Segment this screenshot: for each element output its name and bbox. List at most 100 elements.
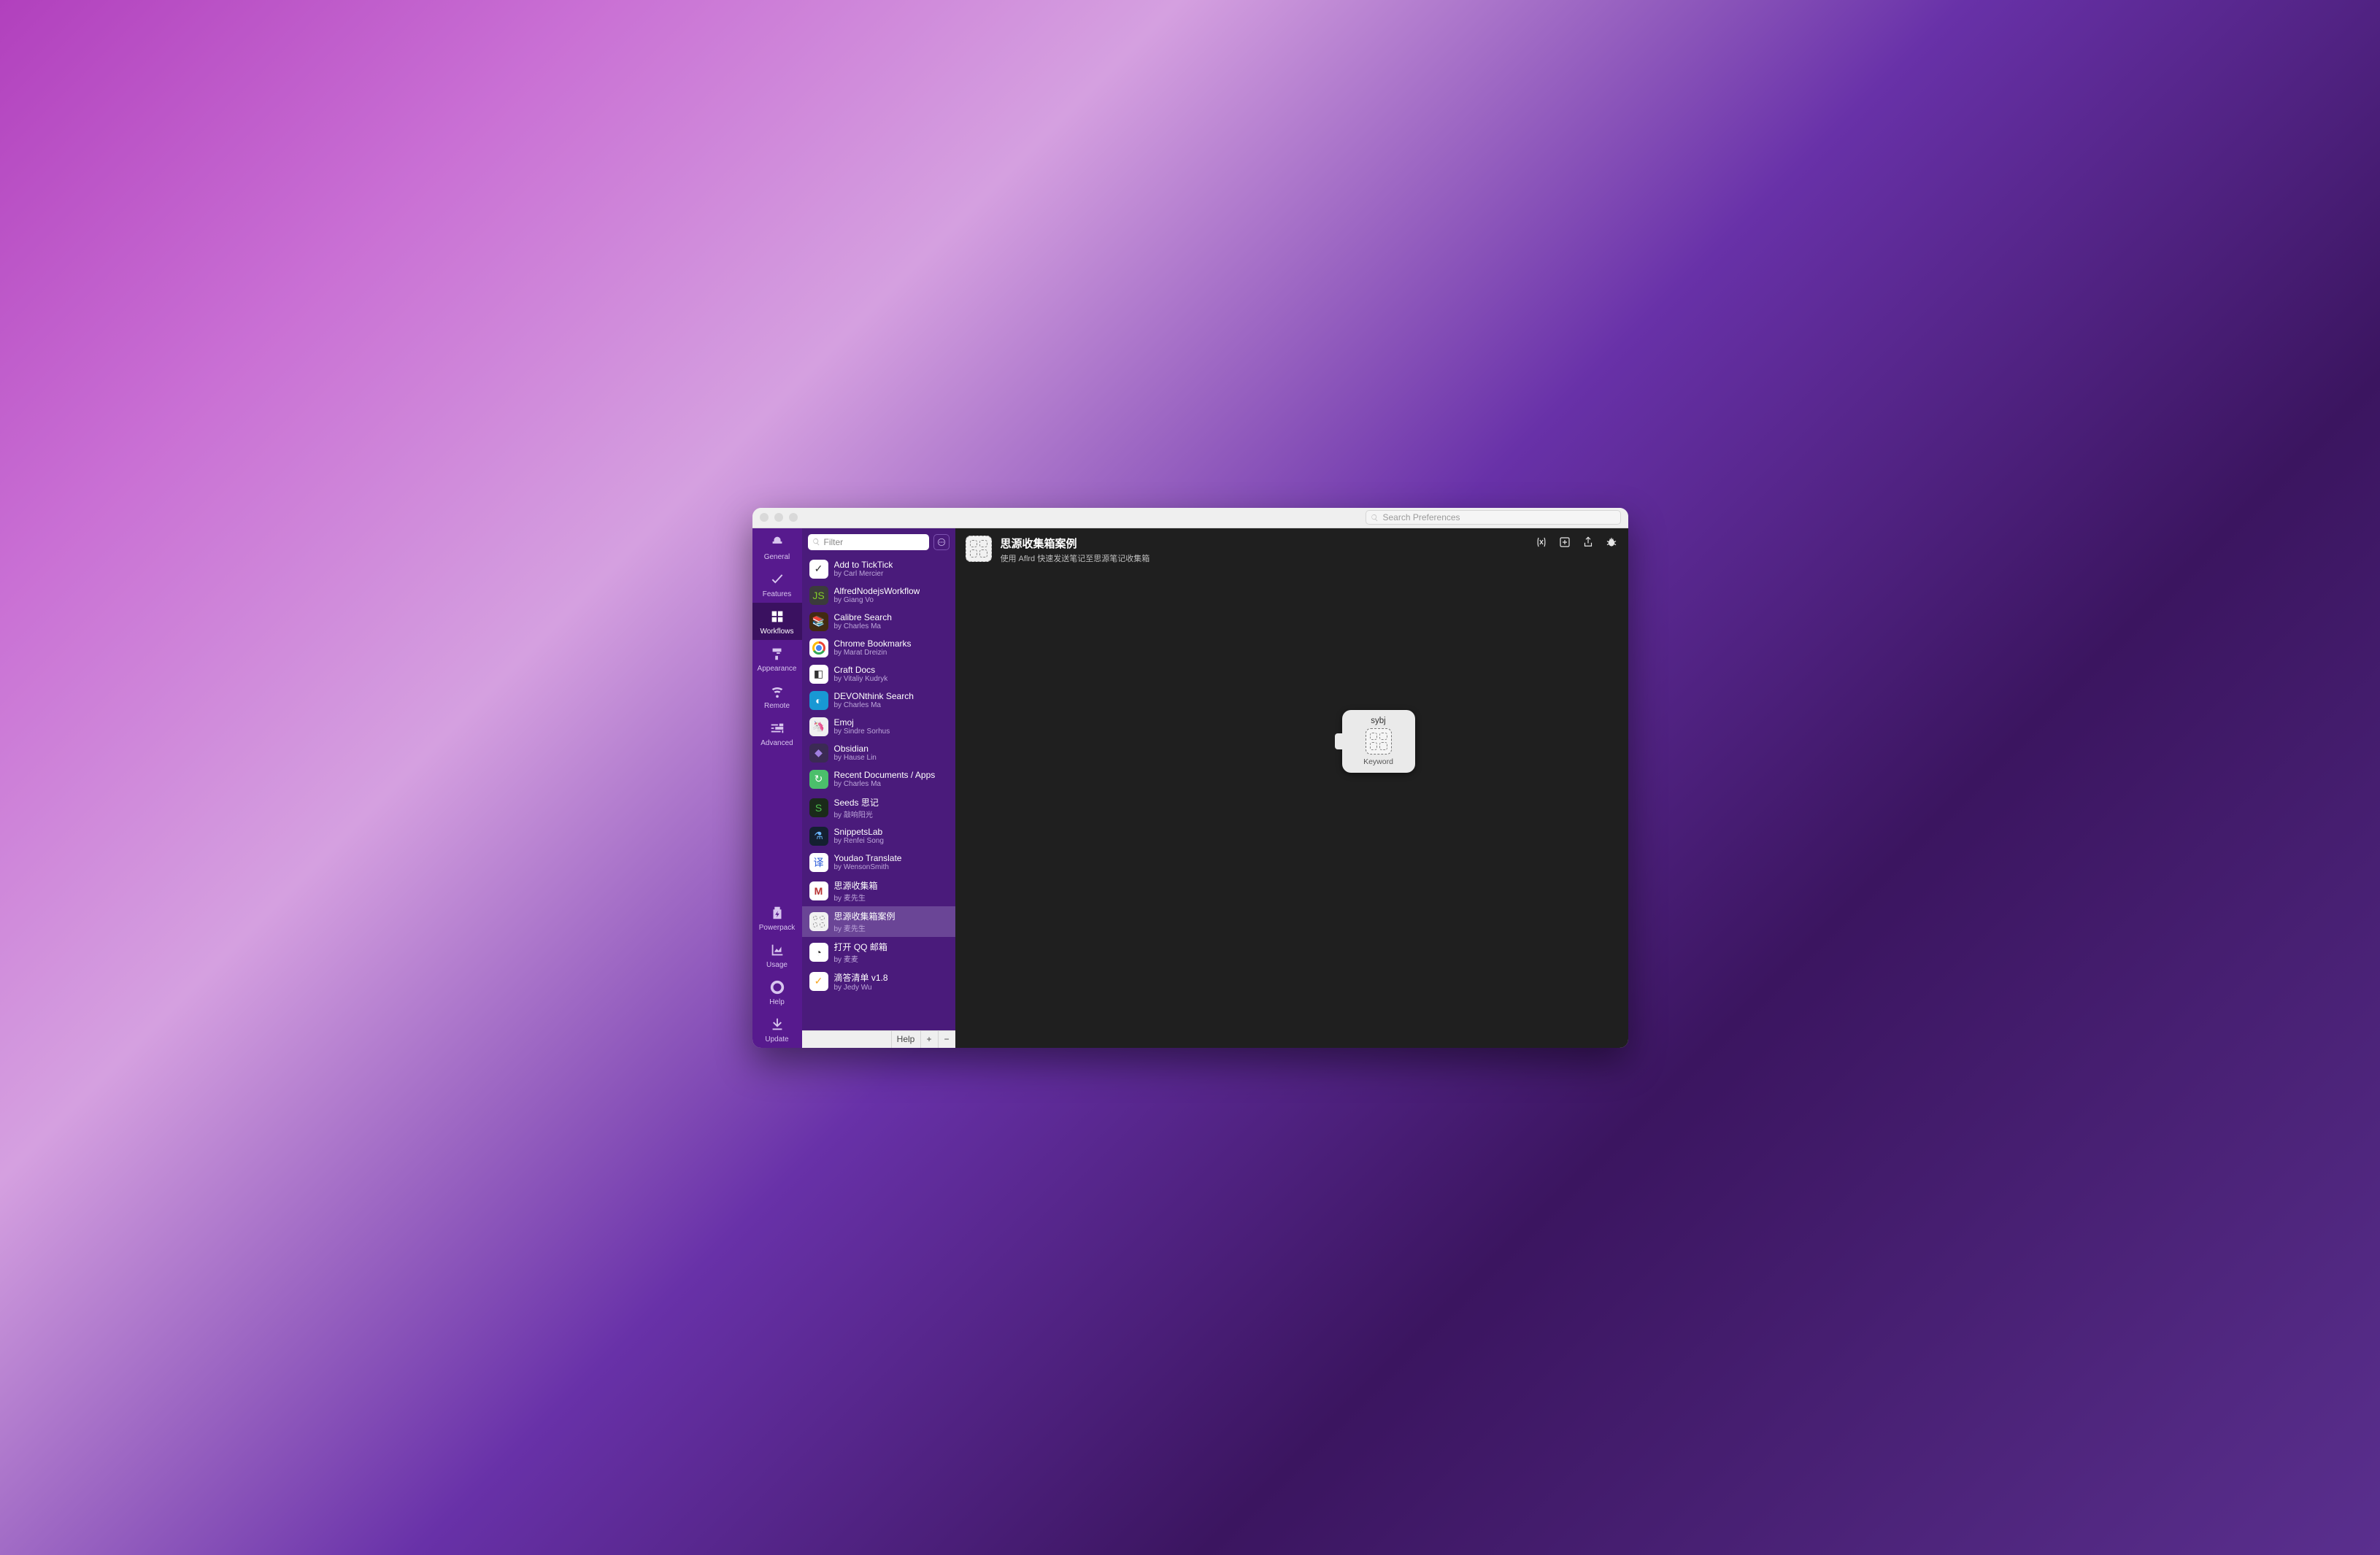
nav-appearance-label: Appearance xyxy=(752,665,802,673)
workflow-list[interactable]: ✓Add to TickTickby Carl MercierJSAlfredN… xyxy=(802,556,955,1030)
node-placeholder-icon xyxy=(1366,728,1392,755)
workflow-list-item[interactable]: SSeeds 思记by 敲响阳光 xyxy=(802,792,955,823)
workflow-item-title: 滴答清单 v1.8 xyxy=(834,971,888,984)
workflow-item-title: Emoj xyxy=(834,717,890,728)
canvas-header-actions xyxy=(1535,536,1618,549)
nav-update[interactable]: Update xyxy=(752,1011,802,1048)
remove-workflow-button[interactable]: − xyxy=(938,1031,955,1048)
add-box-icon[interactable] xyxy=(1558,536,1571,549)
workflow-item-title: Recent Documents / Apps xyxy=(834,770,936,780)
titlebar: Search Preferences xyxy=(752,508,1628,528)
workflow-list-item[interactable]: ◧Craft Docsby Vitaliy Kudryk xyxy=(802,661,955,687)
nav-general[interactable]: General xyxy=(752,528,802,566)
workflow-item-author: by Charles Ma xyxy=(834,622,892,630)
workflow-item-icon xyxy=(809,912,828,931)
nav-workflows[interactable]: Workflows xyxy=(752,603,802,640)
zoom-window-button[interactable] xyxy=(789,513,798,522)
nav-usage[interactable]: Usage xyxy=(752,936,802,973)
filter-bar: Filter xyxy=(802,528,955,556)
workflow-item-icon: M xyxy=(809,881,828,900)
canvas-header-text: 思源收集箱案例 使用 Aflrd 快速发送笔记至思源笔记收集箱 xyxy=(1001,536,1526,564)
filter-options-button[interactable] xyxy=(933,534,950,550)
workflow-item-icon: JS xyxy=(809,586,828,605)
minimize-window-button[interactable] xyxy=(774,513,783,522)
workflow-item-title: 思源收集箱 xyxy=(834,879,878,892)
node-output-connector[interactable] xyxy=(1335,733,1345,749)
filter-input[interactable]: Filter xyxy=(808,534,929,550)
workflow-item-author: by WensonSmith xyxy=(834,863,902,871)
grid-icon xyxy=(769,609,785,625)
app-window: Search Preferences General Features Work… xyxy=(752,508,1628,1048)
left-sidebar: General Features Workflows Appearance Re… xyxy=(752,528,802,1048)
workflow-item-icon: 译 xyxy=(809,853,828,872)
workflow-list-item[interactable]: ✓Add to TickTickby Carl Mercier xyxy=(802,556,955,582)
nav-help-label: Help xyxy=(752,998,802,1006)
download-icon xyxy=(769,1016,785,1033)
workflow-list-item[interactable]: JSAlfredNodejsWorkflowby Giang Vo xyxy=(802,582,955,609)
workflow-list-item[interactable]: ⚗SnippetsLabby Renfei Song xyxy=(802,823,955,849)
add-workflow-button[interactable]: + xyxy=(920,1031,938,1048)
nav-workflows-label: Workflows xyxy=(752,628,802,636)
workflow-item-title: Youdao Translate xyxy=(834,853,902,863)
window-controls xyxy=(760,513,798,522)
nav-remote[interactable]: Remote xyxy=(752,677,802,714)
canvas-pane: 思源收集箱案例 使用 Aflrd 快速发送笔记至思源笔记收集箱 sybj Key… xyxy=(955,528,1628,1048)
workflow-list-item[interactable]: 译 Youdao Translateby WensonSmith xyxy=(802,849,955,876)
workflow-list-item[interactable]: M思源收集箱by 麦先生 xyxy=(802,876,955,906)
workflow-item-icon: 📚 xyxy=(809,612,828,631)
workflow-list-item[interactable]: ◐DEVONthink Searchby Charles Ma xyxy=(802,687,955,714)
workflow-list-item[interactable]: Chrome Bookmarksby Marat Dreizin xyxy=(802,635,955,661)
body: General Features Workflows Appearance Re… xyxy=(752,528,1628,1048)
workflow-canvas[interactable]: sybj Keyword xyxy=(955,571,1628,1048)
workflow-item-author: by 敲响阳光 xyxy=(834,809,879,819)
hat-icon xyxy=(769,534,785,550)
workflow-item-author: by Giang Vo xyxy=(834,596,920,604)
nav-features-label: Features xyxy=(752,590,802,598)
workflow-list-item[interactable]: ◔打开 QQ 邮箱by 麦麦 xyxy=(802,937,955,968)
workflow-item-title: Craft Docs xyxy=(834,665,888,675)
nav-appearance[interactable]: Appearance xyxy=(752,640,802,677)
debug-icon[interactable] xyxy=(1605,536,1618,549)
workflow-list-item[interactable]: 🦄Emojby Sindre Sorhus xyxy=(802,714,955,740)
workflow-sidebar: Filter ✓Add to TickTickby Carl MercierJS… xyxy=(802,528,955,1048)
nav-advanced[interactable]: Advanced xyxy=(752,714,802,752)
node-type-label: Keyword xyxy=(1363,757,1393,766)
workflow-list-item[interactable]: ◆Obsidianby Hause Lin xyxy=(802,740,955,766)
nav-features[interactable]: Features xyxy=(752,566,802,603)
workflow-icon[interactable] xyxy=(966,536,992,562)
workflow-list-item[interactable]: ✓滴答清单 v1.8by Jedy Wu xyxy=(802,968,955,995)
nav-help[interactable]: Help xyxy=(752,973,802,1011)
help-button[interactable]: Help xyxy=(891,1031,920,1048)
workflow-item-author: by Carl Mercier xyxy=(834,570,893,578)
paint-roller-icon xyxy=(769,646,785,662)
check-icon xyxy=(769,571,785,587)
workflow-item-title: Seeds 思记 xyxy=(834,796,879,809)
left-sidebar-top: General Features Workflows Appearance Re… xyxy=(752,528,802,752)
workflow-item-icon: ↻ xyxy=(809,770,828,789)
close-window-button[interactable] xyxy=(760,513,769,522)
workflow-item-author: by Charles Ma xyxy=(834,701,914,709)
nav-powerpack[interactable]: Powerpack xyxy=(752,899,802,936)
variables-icon[interactable] xyxy=(1535,536,1548,549)
nav-advanced-label: Advanced xyxy=(752,739,802,747)
filter-placeholder: Filter xyxy=(824,537,844,547)
workflow-list-item[interactable]: 思源收集箱案例by 麦先生 xyxy=(802,906,955,937)
search-preferences-input[interactable]: Search Preferences xyxy=(1366,510,1621,525)
search-preferences-placeholder: Search Preferences xyxy=(1383,512,1460,522)
share-icon[interactable] xyxy=(1582,536,1595,549)
workflow-item-icon: 🦄 xyxy=(809,717,828,736)
workflow-item-author: by 麦麦 xyxy=(834,953,887,964)
workflow-node-keyword[interactable]: sybj Keyword xyxy=(1342,710,1415,773)
workflow-item-title: Obsidian xyxy=(834,744,877,754)
nav-powerpack-label: Powerpack xyxy=(752,924,802,932)
workflow-item-author: by Hause Lin xyxy=(834,754,877,762)
workflow-item-icon: ⚗ xyxy=(809,827,828,846)
workflow-item-author: by Vitaliy Kudryk xyxy=(834,675,888,683)
workflow-item-title: DEVONthink Search xyxy=(834,691,914,701)
canvas-header: 思源收集箱案例 使用 Aflrd 快速发送笔记至思源笔记收集箱 xyxy=(955,528,1628,571)
workflow-item-title: SnippetsLab xyxy=(834,827,884,837)
workflow-list-item[interactable]: 📚Calibre Searchby Charles Ma xyxy=(802,609,955,635)
workflow-list-item[interactable]: ↻Recent Documents / Appsby Charles Ma xyxy=(802,766,955,792)
list-footer: Help + − xyxy=(802,1030,955,1048)
workflow-title: 思源收集箱案例 xyxy=(1001,536,1526,551)
